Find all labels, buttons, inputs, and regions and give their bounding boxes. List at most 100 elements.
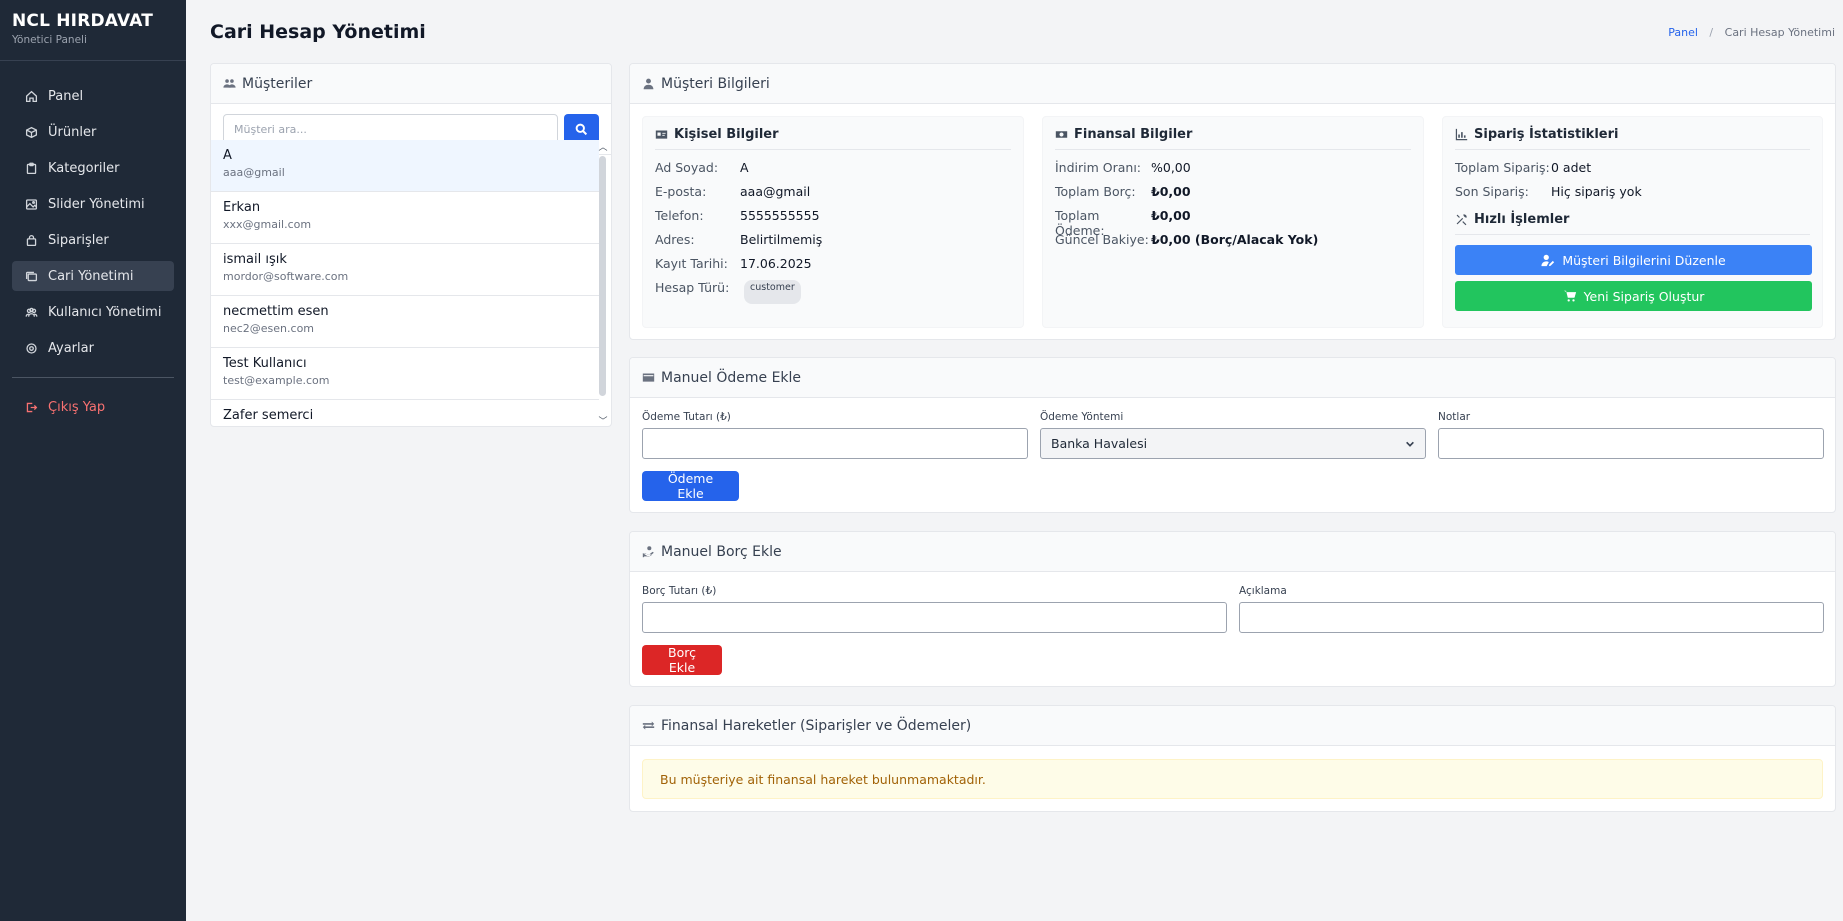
order-stats-panel: Sipariş İstatistikleri Toplam Sipariş: 0 … xyxy=(1442,116,1823,328)
manual-payment-header: Manuel Ödeme Ekle xyxy=(630,358,1835,398)
sidebar-item-products[interactable]: Ürünler xyxy=(12,117,174,147)
sidebar-item-label: Cari Yönetimi xyxy=(48,268,134,284)
payment-notes-label: Notlar xyxy=(1438,411,1471,423)
sidebar-item-slider[interactable]: Slider Yönetimi xyxy=(12,189,174,219)
customer-list-item[interactable]: Test Kullanıcı test@example.com xyxy=(211,348,599,400)
brand: NCL HIRDAVAT Yönetici Paneli xyxy=(0,0,186,61)
add-debt-button[interactable]: Borç Ekle xyxy=(642,645,722,675)
sidebar-item-label: Kullanıcı Yönetimi xyxy=(48,304,162,320)
total-debt-value: ₺0,00 xyxy=(1151,184,1191,199)
sidebar-item-label: Siparişler xyxy=(48,232,109,248)
fin-row-debt: Toplam Borç: ₺0,00 xyxy=(1055,184,1411,208)
debt-description-input[interactable] xyxy=(1239,602,1824,633)
manual-payment-title: Manuel Ödeme Ekle xyxy=(661,369,802,386)
customer-list: A aaa@gmail Erkan xxx@gmail.com ismail ı… xyxy=(211,140,599,428)
breadcrumb-home-link[interactable]: Panel xyxy=(1668,26,1698,39)
sidebar-item-orders[interactable]: Siparişler xyxy=(12,225,174,255)
sidebar-item-label: Kategoriler xyxy=(48,160,120,176)
sidebar-divider xyxy=(12,377,174,378)
cart-icon xyxy=(1563,290,1576,302)
customer-list-item[interactable]: necmettim esen nec2@esen.com xyxy=(211,296,599,348)
chevron-down-icon xyxy=(1406,441,1414,447)
sidebar-item-users[interactable]: Kullanıcı Yönetimi xyxy=(12,297,174,327)
customer-email: test@example.com xyxy=(223,374,330,387)
info-value: 17.06.2025 xyxy=(740,256,812,271)
logout-icon xyxy=(24,400,38,414)
scroll-up-icon[interactable]: ︿ xyxy=(598,142,608,154)
manual-payment-card: Manuel Ödeme Ekle Ödeme Tutarı (₺) Ödeme… xyxy=(629,357,1836,513)
sidebar-item-label: Panel xyxy=(48,88,84,104)
financial-info-title-text: Finansal Bilgiler xyxy=(1074,127,1193,142)
id-card-icon xyxy=(655,130,668,139)
customer-list-item[interactable]: Zafer semerci xyxy=(211,400,599,428)
payment-amount-label: Ödeme Tutarı (₺) xyxy=(642,411,731,423)
customer-list-scrollbar[interactable]: ︿ ﹀ xyxy=(598,142,608,428)
customers-title: Müşteriler xyxy=(242,75,313,92)
empty-transactions-alert: Bu müşteriye ait finansal hareket bulunm… xyxy=(642,759,1823,799)
customer-email: xxx@gmail.com xyxy=(223,218,312,231)
breadcrumb-current: Cari Hesap Yönetimi xyxy=(1724,26,1835,39)
sidebar-item-accounts[interactable]: Cari Yönetimi xyxy=(12,261,174,291)
box-icon xyxy=(24,125,38,139)
customer-info-title: Müşteri Bilgileri xyxy=(661,75,770,92)
info-label: E-posta: xyxy=(655,184,707,199)
payment-method-value: Banka Havalesi xyxy=(1051,436,1148,451)
sidebar-item-settings[interactable]: Ayarlar xyxy=(12,333,174,363)
customer-name: Test Kullanıcı xyxy=(223,356,307,371)
scroll-down-icon[interactable]: ﹀ xyxy=(598,416,608,428)
financial-transactions-title: Finansal Hareketler (Siparişler ve Ödeme… xyxy=(661,717,972,734)
breadcrumb: Panel / Cari Hesap Yönetimi xyxy=(1668,26,1835,39)
chart-icon xyxy=(1455,128,1468,141)
search-icon xyxy=(575,123,588,135)
users-icon xyxy=(223,79,236,88)
gear-icon xyxy=(24,341,38,355)
sidebar-item-label: Slider Yönetimi xyxy=(48,196,145,212)
image-icon xyxy=(24,197,38,211)
info-value: aaa@gmail xyxy=(740,184,811,199)
user-edit-icon xyxy=(1541,254,1555,267)
info-label: Ad Soyad: xyxy=(655,160,719,175)
manual-debt-title: Manuel Borç Ekle xyxy=(661,543,782,560)
exchange-icon xyxy=(642,721,655,730)
info-label: Son Sipariş: xyxy=(1455,184,1529,199)
customer-list-item[interactable]: ismail ışık mordor@software.com xyxy=(211,244,599,296)
customer-list-item[interactable]: Erkan xxx@gmail.com xyxy=(211,192,599,244)
bag-icon xyxy=(24,233,38,247)
sidebar-nav: Panel Ürünler Kategoriler Slider Yönetim… xyxy=(0,61,186,422)
scrollbar-thumb[interactable] xyxy=(599,156,606,396)
debt-amount-input[interactable] xyxy=(642,602,1227,633)
info-label: Toplam Borç: xyxy=(1055,184,1136,199)
info-label: İndirim Oranı: xyxy=(1055,160,1142,175)
customer-list-item[interactable]: A aaa@gmail xyxy=(211,140,599,192)
breadcrumb-separator: / xyxy=(1709,26,1714,39)
personal-info-panel: Kişisel Bilgiler Ad Soyad: A E-posta: aaa@… xyxy=(642,116,1024,328)
financial-transactions-card: Finansal Hareketler (Siparişler ve Ödeme… xyxy=(629,705,1836,812)
new-order-button[interactable]: Yeni Sipariş Oluştur xyxy=(1455,281,1812,311)
money-icon xyxy=(1055,131,1068,138)
add-payment-button[interactable]: Ödeme Ekle xyxy=(642,471,739,501)
total-paid-value: ₺0,00 xyxy=(1151,208,1191,223)
order-row-last: Son Sipariş: Hiç sipariş yok xyxy=(1455,184,1810,208)
info-row-address: Adres: Belirtilmemiş xyxy=(655,232,1011,256)
account-type-badge: customer xyxy=(744,280,801,304)
new-order-label: Yeni Sipariş Oluştur xyxy=(1583,288,1705,304)
order-stats-title: Sipariş İstatistikleri xyxy=(1455,127,1810,150)
info-label: Güncel Bakiye: xyxy=(1055,232,1149,247)
edit-customer-button[interactable]: Müşteri Bilgilerini Düzenle xyxy=(1455,245,1812,275)
info-label: Hesap Türü: xyxy=(655,280,730,295)
info-row-email: E-posta: aaa@gmail xyxy=(655,184,1011,208)
sidebar-item-categories[interactable]: Kategoriler xyxy=(12,153,174,183)
customer-info-header: Müşteri Bilgileri xyxy=(630,64,1835,104)
payment-notes-input[interactable] xyxy=(1438,428,1824,459)
payment-method-select[interactable]: Banka Havalesi xyxy=(1040,428,1426,459)
logout-button[interactable]: Çıkış Yap xyxy=(12,392,174,422)
sidebar-item-panel[interactable]: Panel xyxy=(12,81,174,111)
manual-debt-card: Manuel Borç Ekle Borç Tutarı (₺) Açıklam… xyxy=(629,531,1836,687)
total-orders-value: 0 adet xyxy=(1551,160,1592,175)
payment-amount-input[interactable] xyxy=(642,428,1028,459)
info-label: Telefon: xyxy=(655,208,704,223)
brand-subtitle: Yönetici Paneli xyxy=(12,34,87,46)
customer-name: ismail ışık xyxy=(223,252,287,267)
clipboard-icon xyxy=(24,161,38,175)
customer-name: Zafer semerci xyxy=(223,408,314,423)
